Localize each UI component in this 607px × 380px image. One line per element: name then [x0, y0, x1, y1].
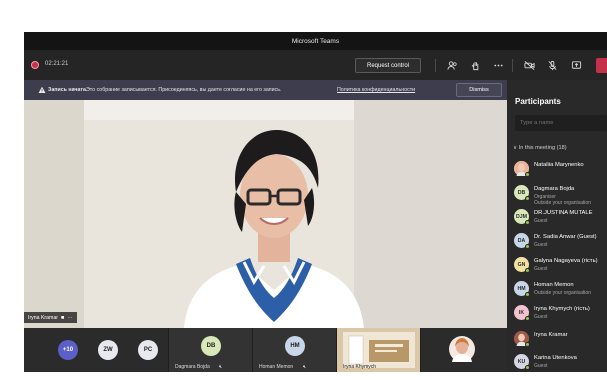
avatar-initials: DJM: [516, 213, 527, 220]
avatar-initials: IK: [518, 309, 525, 316]
status-badge: [525, 244, 530, 249]
shared-content-tile[interactable]: Iryna Khymych: [336, 328, 420, 372]
avatar-initials: GN: [517, 261, 526, 268]
raise-hand-icon[interactable]: [468, 58, 482, 72]
participant-tile[interactable]: [420, 328, 507, 372]
participant-tile[interactable]: HM Homan Memon 🔇︎: [252, 328, 336, 372]
status-badge: [525, 316, 530, 321]
meeting-toolbar: 02:21:21 Request control: [24, 50, 607, 80]
pin-icon[interactable]: ■: [61, 315, 64, 321]
speaker-more-button[interactable]: ···: [67, 315, 72, 321]
speaker-video-image: [184, 130, 364, 328]
participant-name: Galyna Nagayeva (гість): [534, 258, 598, 264]
avatar-initials: DB: [517, 189, 526, 196]
participant-row[interactable]: KU Karina Utenkova Guest: [507, 351, 607, 372]
participant-row[interactable]: GN Galyna Nagayeva (гість) Guest: [507, 254, 607, 278]
main-video: Iryna Kramar ■ ···: [24, 100, 507, 328]
status-badge: [525, 292, 530, 297]
participant-name: Dagmara Bojda: [534, 186, 575, 192]
avatar: HM: [285, 336, 305, 356]
participant-name: Homan Memon: [534, 282, 574, 288]
mic-off-icon: 🔇︎: [219, 364, 223, 370]
speaker-name: Iryna Kramar: [28, 314, 58, 321]
teams-window: Microsoft Teams 02:21:21 Request control: [24, 32, 607, 372]
toolbar-divider: [435, 59, 436, 72]
participant-tile[interactable]: DB Dagmara Bojda 🔇︎: [168, 328, 252, 372]
participant-role: Guest: [534, 218, 548, 224]
participant-row[interactable]: DB Dagmara Bojda Organiser Outside your org…: [507, 182, 607, 206]
status-badge: [525, 365, 530, 370]
participant-role: Outside your organisation: [534, 290, 591, 296]
participant-name: Iryna Kramar: [534, 332, 568, 338]
participant-row[interactable]: Iryna Kramar: [507, 328, 607, 352]
participant-row[interactable]: HM Homan Memon Outside your organisation: [507, 278, 607, 302]
participant-row[interactable]: IK Iryna Khymych (гість) Guest: [507, 302, 607, 326]
status-badge: [525, 342, 530, 347]
camera-off-icon[interactable]: [522, 58, 536, 72]
video-background: [354, 100, 507, 328]
status-badge: [525, 220, 530, 225]
participant-role: Guest: [534, 363, 548, 369]
avatar-initials: KU: [517, 358, 526, 365]
participant-role: Guest: [534, 314, 548, 320]
participant-name: DR.JUSTINA MUTALE: [534, 210, 593, 216]
panel-title: Participants: [515, 97, 561, 106]
participant-role: Guest: [534, 242, 548, 248]
participant-row[interactable]: Nataliia Marynenko: [507, 158, 607, 182]
title-bar: Microsoft Teams: [24, 32, 607, 50]
warning-icon: [38, 86, 46, 94]
status-badge: [525, 268, 530, 273]
window-title: Microsoft Teams: [291, 37, 340, 45]
participant-photo: [449, 336, 475, 362]
participant-name: Dr. Sadia Anwar (Guest): [534, 234, 597, 240]
meeting-timer: 02:21:21: [45, 61, 69, 67]
participant-name: Nataliia Marynenko: [534, 162, 584, 168]
video-background: [24, 100, 84, 328]
overflow-participants-badge[interactable]: +10: [58, 340, 78, 360]
recording-icon: [31, 61, 39, 69]
avatar-initials: DB: [206, 343, 216, 349]
leave-button[interactable]: [596, 58, 607, 73]
screenshot-frame: Microsoft Teams 02:21:21 Request control: [0, 0, 607, 380]
participants-icon[interactable]: [445, 58, 459, 72]
shared-tile-name: Iryna Khymych: [343, 364, 377, 370]
participant-role: Guest: [534, 266, 548, 272]
participant-tile-name: Homan Memon: [259, 364, 294, 370]
status-badge: [525, 196, 530, 201]
participant-search-input[interactable]: [515, 115, 607, 131]
participant-name: Karina Utenkova: [534, 355, 577, 361]
overflow-count: +10: [62, 347, 74, 353]
shared-slide-thumbnail: [343, 332, 415, 368]
banner-title: Запись начата.: [48, 87, 88, 93]
avatar[interactable]: ZW: [98, 340, 118, 360]
banner-text: Это собрание записывается. Присоединяясь…: [86, 87, 282, 93]
section-label: In this meeting (18): [518, 145, 567, 151]
avatar-initials: PC: [143, 347, 153, 353]
recording-banner: Запись начата. Это собрание записывается…: [24, 80, 507, 100]
participant-row[interactable]: DJM DR.JUSTINA MUTALE Guest: [507, 206, 607, 230]
avatar[interactable]: PC: [138, 340, 158, 360]
participant-tile-name: Dagmara Bojda: [175, 364, 210, 370]
avatar-initials: DA: [517, 237, 526, 244]
chevron-down-icon: ∨: [513, 145, 518, 151]
share-screen-icon[interactable]: [569, 58, 583, 72]
mic-off-icon[interactable]: [545, 58, 559, 72]
avatar: DB: [201, 336, 221, 356]
in-meeting-section[interactable]: ∨ In this meeting (18): [513, 145, 567, 151]
dismiss-button[interactable]: Dismiss: [456, 83, 502, 97]
participant-strip: +10 ZW PC DB Dagmara Bojda 🔇︎ HM Homan M…: [24, 328, 507, 372]
speaker-name-tag: Iryna Kramar ■ ···: [24, 312, 77, 323]
participant-name: Iryna Khymych (гість): [534, 306, 590, 312]
avatar-initials: ZW: [103, 347, 113, 353]
request-control-button[interactable]: Request control: [355, 58, 421, 73]
status-badge: [525, 172, 530, 177]
more-options-icon[interactable]: [491, 58, 505, 72]
participant-row[interactable]: DA Dr. Sadia Anwar (Guest) Guest: [507, 230, 607, 254]
mic-off-icon: 🔇︎: [303, 364, 307, 370]
privacy-policy-link[interactable]: Политика конфиденциальности: [337, 87, 415, 93]
avatar-initials: HM: [290, 343, 300, 349]
participants-panel: Participants ∨ In this meeting (18) Nata…: [507, 80, 607, 372]
avatar-initials: HM: [517, 285, 526, 292]
toolbar-divider: [512, 59, 513, 72]
